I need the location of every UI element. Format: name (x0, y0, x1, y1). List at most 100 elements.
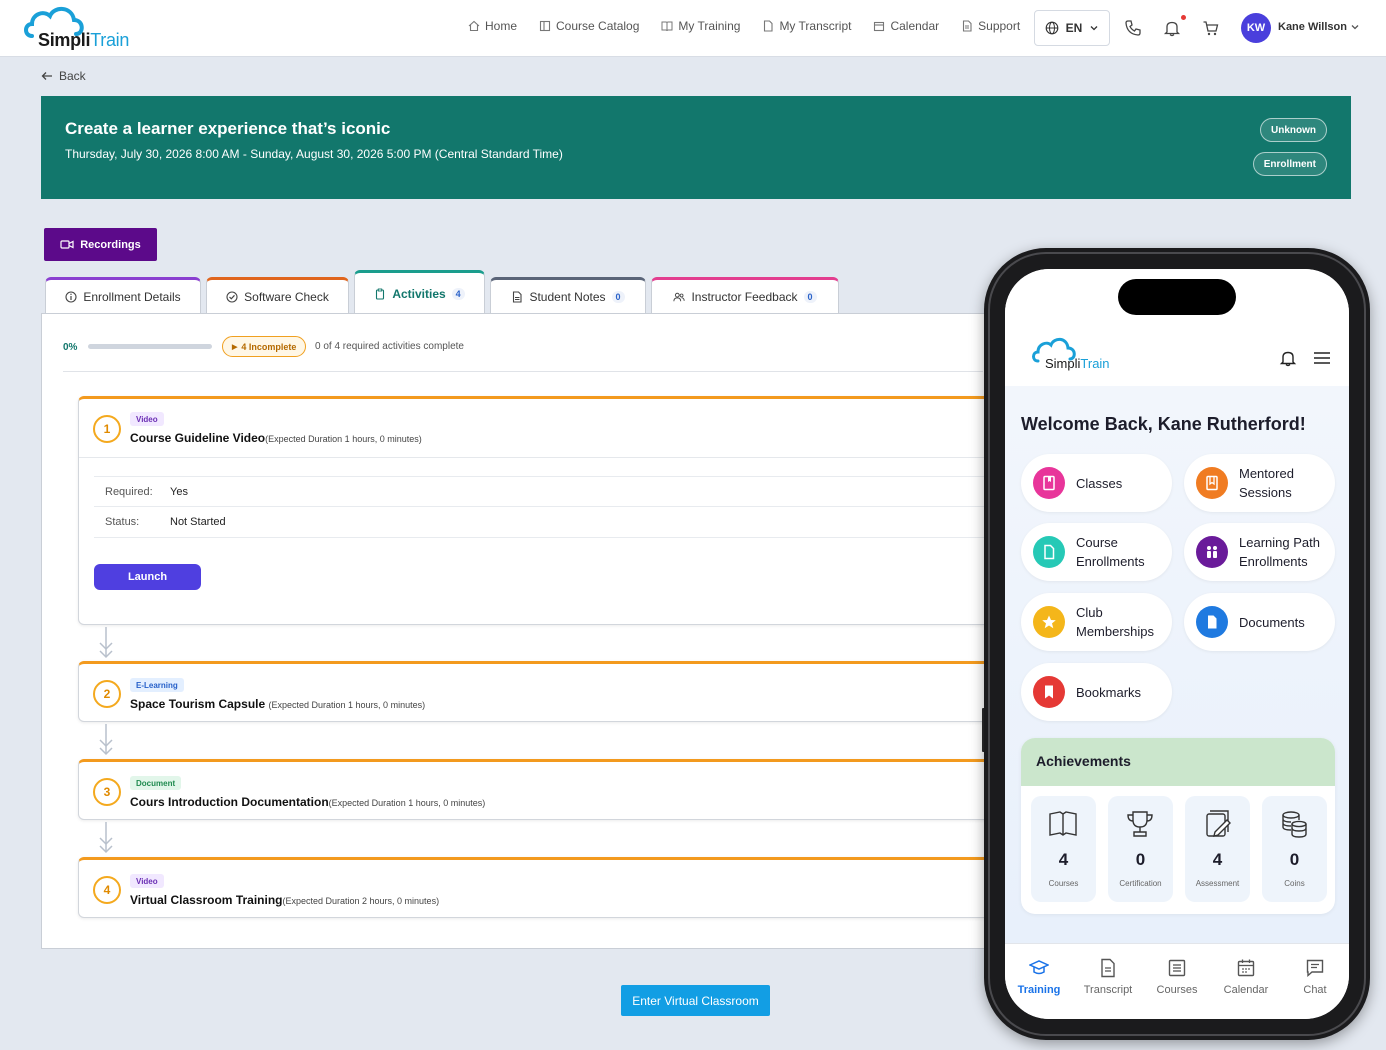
incomplete-badge: ▶ 4 Incomplete (222, 336, 307, 357)
incomplete-label: 4 Incomplete (241, 341, 297, 352)
welcome-heading: Welcome Back, Kane Rutherford! (1021, 414, 1306, 434)
activity-title: Space Tourism Capsule (Expected Duration… (130, 697, 426, 711)
activity-title: Cours Introduction Documentation(Expecte… (130, 795, 486, 809)
course-enrollments-card[interactable]: Course Enrollments (1021, 523, 1172, 581)
home-icon (468, 20, 480, 32)
tab-software-check[interactable]: Software Check (206, 277, 349, 314)
tab-student-notes[interactable]: Student Notes 0 (490, 277, 646, 314)
notification-dot (1181, 15, 1186, 20)
activity-number: 1 (93, 415, 121, 443)
stat-value: 0 (1289, 850, 1300, 869)
divider (79, 457, 1007, 458)
learning-path-icon (1196, 536, 1228, 568)
achievements-card: Achievements 4 Courses 0 Certification 4… (1021, 738, 1335, 914)
activity-duration: (Expected Duration 1 hours, 0 minutes) (328, 798, 486, 808)
activity-card-3[interactable]: 3 Document Cours Introduction Documentat… (78, 759, 1008, 820)
chevron-down-icon (1090, 26, 1098, 31)
assessment-icon (1206, 810, 1231, 837)
mobile-tab-chat[interactable]: Chat (1281, 958, 1349, 996)
activity-type-tag: Document (130, 776, 182, 790)
activity-card-2[interactable]: 2 E-Learning Space Tourism Capsule (Expe… (78, 661, 1008, 722)
nav-course-catalog[interactable]: Course Catalog (539, 19, 639, 33)
learning-path-enrollments-card[interactable]: Learning Path Enrollments (1184, 523, 1335, 581)
mobile-screen: SimpliTrain Welcome Back, Kane Rutherfor… (1005, 269, 1349, 1019)
avatar-initials: KW (1246, 22, 1266, 34)
book-open-icon (1049, 811, 1077, 836)
bell-icon[interactable] (1163, 19, 1181, 37)
connector-arrow-icon (99, 724, 113, 756)
mobile-tab-calendar[interactable]: Calendar (1212, 958, 1280, 996)
mobile-tab-label: Transcript (1083, 984, 1133, 996)
progress-bar (88, 344, 212, 349)
stat-assessment[interactable]: 4 Assessment (1185, 796, 1250, 902)
classes-card[interactable]: Classes (1021, 454, 1172, 512)
tab-label: Software Check (244, 290, 329, 304)
status-badge: Unknown (1260, 118, 1327, 142)
bookmarks-card[interactable]: Bookmarks (1021, 663, 1172, 721)
globe-icon (1045, 21, 1059, 35)
required-row: Required: Yes (94, 476, 1004, 507)
tab-count-badge: 0 (611, 291, 625, 303)
top-navigation: SimpliTrain Home Course Catalog My Train… (0, 0, 1386, 57)
calendar-icon (1237, 959, 1255, 977)
back-link[interactable]: Back (41, 69, 86, 83)
nav-my-training[interactable]: My Training (661, 19, 740, 33)
catalog-icon (539, 20, 551, 32)
stat-coins[interactable]: 0 Coins (1262, 796, 1327, 902)
mobile-tab-label: Training (1017, 984, 1061, 996)
hamburger-menu-icon[interactable] (1313, 350, 1331, 366)
nav-home[interactable]: Home (468, 19, 517, 33)
book-icon (661, 21, 673, 32)
info-icon (65, 291, 77, 303)
mobile-tab-bar: Training Transcript Courses Calendar Cha… (1005, 943, 1349, 1019)
nav-calendar[interactable]: Calendar (873, 19, 939, 33)
launch-button[interactable]: Launch (94, 564, 201, 590)
user-name[interactable]: Kane Willson (1278, 21, 1347, 33)
mobile-logo[interactable]: SimpliTrain (1031, 335, 1121, 375)
status-key: Status: (105, 516, 140, 528)
nav-support[interactable]: Support (961, 19, 1020, 33)
enter-virtual-classroom-button[interactable]: Enter Virtual Classroom (621, 985, 770, 1016)
tab-enrollment-details[interactable]: Enrollment Details (45, 277, 201, 314)
stat-certification[interactable]: 0 Certification (1108, 796, 1173, 902)
arrow-left-icon (41, 72, 52, 80)
nav-course-catalog-label: Course Catalog (556, 19, 640, 33)
course-title: Create a learner experience that’s iconi… (65, 119, 391, 138)
chevron-down-icon[interactable] (1350, 22, 1360, 32)
nav-home-label: Home (485, 19, 518, 33)
mentored-sessions-card[interactable]: Mentored Sessions (1184, 454, 1335, 512)
simplitrain-logo[interactable]: SimpliTrain (22, 4, 134, 52)
nav-my-transcript[interactable]: My Transcript (762, 19, 851, 33)
card-label: Club Memberships (1076, 605, 1155, 639)
stat-label: Certification (1119, 879, 1162, 888)
achievements-title: Achievements (1036, 753, 1131, 769)
mobile-tab-courses[interactable]: Courses (1143, 958, 1211, 996)
trophy-icon (1127, 811, 1153, 837)
activity-card-4[interactable]: 4 Video Virtual Classroom Training(Expec… (78, 857, 1008, 918)
mobile-tab-training[interactable]: Training (1005, 958, 1073, 996)
cart-icon[interactable] (1202, 19, 1220, 37)
language-label: EN (1065, 21, 1083, 35)
stat-courses[interactable]: 4 Courses (1031, 796, 1096, 902)
tab-activities[interactable]: Activities 4 (354, 270, 485, 315)
documents-card[interactable]: Documents (1184, 593, 1335, 651)
activity-number: 2 (93, 680, 121, 708)
tab-count-badge: 0 (803, 291, 817, 303)
bell-icon[interactable] (1279, 349, 1297, 367)
mobile-tab-transcript[interactable]: Transcript (1074, 958, 1142, 996)
club-memberships-card[interactable]: Club Memberships (1021, 593, 1172, 651)
activity-card-1[interactable]: 1 Video Course Guideline Video(Expected … (78, 396, 1008, 625)
recordings-button[interactable]: Recordings (44, 228, 157, 261)
language-selector[interactable]: EN (1034, 10, 1110, 46)
stat-label: Courses (1048, 879, 1079, 888)
recordings-label: Recordings (80, 238, 141, 251)
user-avatar[interactable]: KW (1241, 13, 1271, 43)
dynamic-island (1118, 279, 1236, 315)
note-icon (513, 291, 523, 303)
stat-value: 0 (1135, 850, 1146, 869)
phone-icon[interactable] (1124, 19, 1142, 37)
nav-calendar-label: Calendar (890, 19, 940, 33)
tab-instructor-feedback[interactable]: Instructor Feedback 0 (651, 277, 839, 314)
tab-label: Activities (392, 287, 446, 301)
mobile-header: SimpliTrain (1005, 269, 1349, 386)
